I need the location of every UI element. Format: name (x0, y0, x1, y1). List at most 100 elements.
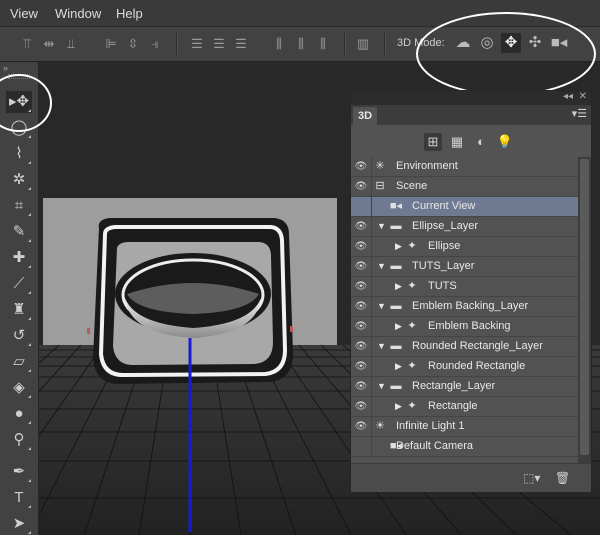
slide-3d-icon[interactable]: ✣ (525, 33, 545, 53)
align-left-icon[interactable]: ⊫ (104, 37, 118, 51)
visibility-eye-icon[interactable]: 👁 (351, 417, 372, 436)
clone-stamp-icon[interactable]: ♜ (6, 299, 32, 321)
list-item[interactable]: ■◂ Default Camera (351, 437, 578, 457)
list-item[interactable]: 👁 ▶ ✦ Ellipse (351, 237, 578, 257)
history-brush-icon[interactable]: ↺ (6, 325, 32, 347)
folder-icon: ▬ (390, 260, 402, 272)
expand-arrow-icon[interactable]: ▼ (377, 297, 386, 316)
distribute-right-icon[interactable]: ⫼ (316, 37, 330, 51)
distribute-bottom-icon[interactable]: ☰ (234, 37, 248, 51)
spot-healing-icon[interactable]: ✚ (6, 247, 32, 269)
list-item[interactable]: 👁 ☀ Infinite Light 1 (351, 417, 578, 437)
visibility-eye-icon[interactable]: 👁 (351, 357, 372, 376)
auto-align-icon[interactable]: ▥ (356, 37, 370, 51)
visibility-eye-icon[interactable]: 👁 (351, 337, 372, 356)
visibility-eye-icon[interactable]: 👁 (351, 217, 372, 236)
delete-icon[interactable]: 🗑 (555, 471, 570, 485)
tab-3d[interactable]: 3D (353, 107, 377, 125)
list-item[interactable]: 👁 ▼ ▬ TUTS_Layer (351, 257, 578, 277)
distribute-vcenter-icon[interactable]: ☰ (212, 37, 226, 51)
collapse-panel-icon[interactable]: ◂◂ (563, 91, 573, 102)
polygonal-lasso-icon[interactable]: ⌇ (6, 143, 32, 165)
list-item[interactable]: 👁 ✳ Environment (351, 157, 578, 177)
list-item[interactable]: 👁 ▶ ✦ Rounded Rectangle (351, 357, 578, 377)
toolbar-grip[interactable] (8, 74, 30, 79)
menu-help[interactable]: Help (116, 6, 143, 21)
eyedropper-icon[interactable]: ✎ (6, 221, 32, 243)
menu-view[interactable]: View (10, 6, 38, 21)
tools-panel: » ▸✥ ◯ ⌇ ✲ ⌗ ✎ ✚ ⟋ ♜ ↺ ▱ ◈ ● ⚲ ✒ T ➤ (0, 62, 39, 535)
panel-menu-icon[interactable]: ▾☰ (572, 107, 587, 120)
layer-label: Rounded Rectangle (428, 360, 526, 372)
distribute-left-icon[interactable]: ⫼ (272, 37, 286, 51)
roll-3d-icon[interactable]: ◎ (477, 33, 497, 53)
close-panel-icon[interactable]: ✕ (579, 91, 587, 102)
expand-arrow-icon[interactable]: ▶ (395, 357, 402, 376)
collapse-toolbar-icon[interactable]: » (3, 63, 8, 73)
whole-scene-filter-icon[interactable]: ⊞ (424, 133, 442, 151)
expand-arrow-icon[interactable]: ▶ (395, 317, 402, 336)
layer-label: Current View (412, 200, 476, 212)
new-light-icon[interactable]: ⬚▾ (523, 471, 540, 485)
visibility-eye-icon[interactable]: 👁 (351, 257, 372, 276)
align-right-icon[interactable]: ⫣ (148, 37, 162, 51)
list-item[interactable]: 👁 ▼ ▬ Ellipse_Layer (351, 217, 578, 237)
blur-icon[interactable]: ● (6, 403, 32, 425)
align-bottom-icon[interactable]: ⫫ (64, 37, 78, 51)
align-vcenter-icon[interactable]: ⇹ (42, 37, 56, 51)
scrollbar-thumb[interactable] (580, 159, 589, 455)
visibility-eye-icon[interactable]: 👁 (351, 237, 372, 256)
expand-arrow-icon[interactable]: ▶ (395, 277, 402, 296)
list-item[interactable]: 👁 ▶ ✦ TUTS (351, 277, 578, 297)
path-select-icon[interactable]: ➤ (6, 513, 32, 535)
rotate-3d-icon[interactable]: ☁ (453, 33, 473, 53)
expand-arrow-icon[interactable]: ▼ (377, 337, 386, 356)
expand-arrow-icon[interactable]: ▼ (377, 217, 386, 236)
expand-arrow-icon[interactable]: ▶ (395, 397, 402, 416)
paint-bucket-icon[interactable]: ◈ (6, 377, 32, 399)
layer-label: TUTS (428, 280, 457, 292)
elliptical-marquee-icon[interactable]: ◯ (6, 117, 32, 139)
list-item[interactable]: 👁 ▶ ✦ Emblem Backing (351, 317, 578, 337)
expand-arrow-icon[interactable]: ▼ (377, 257, 386, 276)
distribute-top-icon[interactable]: ☰ (190, 37, 204, 51)
move-tool-icon[interactable]: ▸✥ (6, 91, 32, 113)
visibility-eye-icon[interactable]: 👁 (351, 157, 372, 176)
materials-filter-icon[interactable]: ◐ (472, 133, 490, 151)
menu-window[interactable]: Window (55, 6, 101, 21)
eraser-icon[interactable]: ▱ (6, 351, 32, 373)
align-top-icon[interactable]: ⫪ (20, 37, 34, 51)
magic-wand-icon[interactable]: ✲ (6, 169, 32, 191)
list-item[interactable]: 👁 ▼ ▬ Rounded Rectangle_Layer (351, 337, 578, 357)
type-icon[interactable]: T (6, 487, 32, 509)
distribute-hcenter-icon[interactable]: ⫼ (294, 37, 308, 51)
scale-3d-icon[interactable]: ■◂ (549, 33, 569, 53)
brush-icon[interactable]: ⟋ (6, 273, 32, 295)
visibility-eye-icon[interactable]: 👁 (351, 377, 372, 396)
expand-arrow-icon[interactable]: ▼ (377, 377, 386, 396)
layer-label: Environment (396, 160, 458, 172)
list-item[interactable]: 👁 ▶ ✦ Rectangle (351, 397, 578, 417)
light-icon: ☀ (375, 420, 385, 432)
pen-icon[interactable]: ✒ (6, 461, 32, 483)
drag-3d-icon[interactable]: ✥ (501, 33, 521, 53)
visibility-eye-icon[interactable]: 👁 (351, 317, 372, 336)
layer-label: Default Camera (396, 440, 474, 452)
list-item[interactable]: ■◂ Current View (351, 197, 578, 217)
list-item[interactable]: 👁 ▼ ▬ Emblem Backing_Layer (351, 297, 578, 317)
visibility-eye-icon[interactable] (351, 197, 372, 216)
visibility-eye-icon[interactable]: 👁 (351, 177, 372, 196)
visibility-eye-icon[interactable]: 👁 (351, 297, 372, 316)
crop-icon[interactable]: ⌗ (6, 195, 32, 217)
list-item[interactable]: 👁 ⊟ Scene (351, 177, 578, 197)
visibility-eye-icon[interactable]: 👁 (351, 397, 372, 416)
list-item[interactable]: 👁 ▼ ▬ Rectangle_Layer (351, 377, 578, 397)
layer-list-scrollbar[interactable] (578, 157, 591, 463)
dodge-icon[interactable]: ⚲ (6, 429, 32, 451)
align-hcenter-icon[interactable]: ⇳ (126, 37, 140, 51)
meshes-filter-icon[interactable]: ▦ (448, 133, 466, 151)
lights-filter-icon[interactable]: 💡 (496, 133, 514, 151)
visibility-eye-icon[interactable] (351, 437, 372, 456)
expand-arrow-icon[interactable]: ▶ (395, 237, 402, 256)
visibility-eye-icon[interactable]: 👁 (351, 277, 372, 296)
